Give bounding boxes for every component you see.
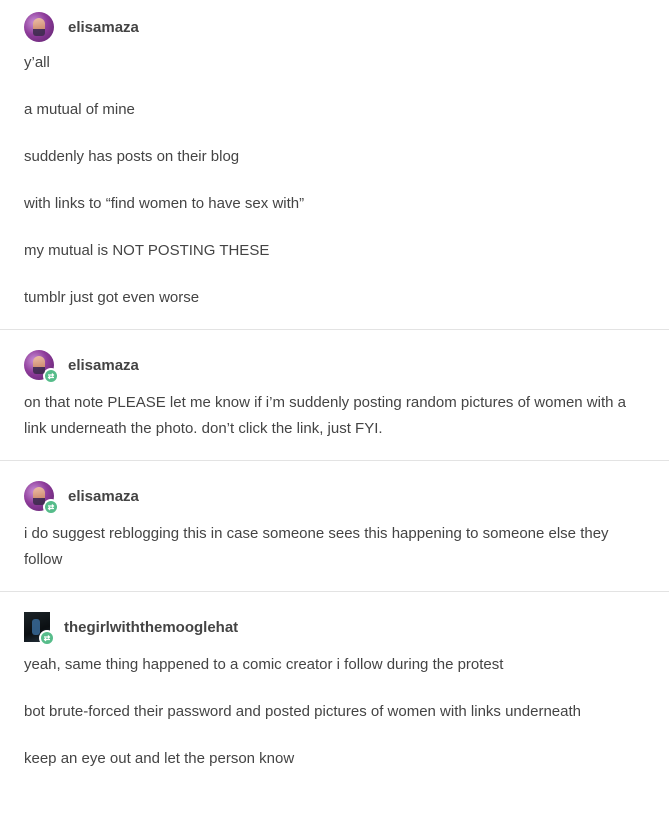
post-body: y’all a mutual of mine suddenly has post… bbox=[24, 42, 669, 329]
post-header: elisamaza bbox=[24, 330, 669, 384]
username[interactable]: elisamaza bbox=[68, 488, 139, 505]
post-reblog: elisamaza on that note PLEASE let me kno… bbox=[0, 330, 669, 461]
post-reblog: thegirlwiththemooglehat yeah, same thing… bbox=[0, 592, 669, 790]
reblog-icon bbox=[39, 630, 55, 646]
post-header: elisamaza bbox=[24, 0, 669, 42]
post-paragraph: with links to “find women to have sex wi… bbox=[24, 195, 305, 212]
post-body: on that note PLEASE let me know if i’m s… bbox=[24, 380, 669, 460]
post-paragraph: y’all bbox=[24, 54, 50, 71]
avatar[interactable] bbox=[24, 350, 59, 384]
username[interactable]: elisamaza bbox=[68, 357, 139, 374]
post-paragraph: my mutual is NOT POSTING THESE bbox=[24, 242, 270, 259]
post-header: elisamaza bbox=[24, 461, 669, 515]
avatar[interactable] bbox=[24, 481, 59, 515]
post-header: thegirlwiththemooglehat bbox=[24, 592, 669, 646]
avatar[interactable] bbox=[24, 12, 54, 42]
post-paragraph: yeah, same thing happened to a comic cre… bbox=[24, 656, 504, 673]
reblog-thread: elisamaza y’all a mutual of mine suddenl… bbox=[0, 0, 669, 790]
username[interactable]: thegirlwiththemooglehat bbox=[64, 619, 238, 636]
post-paragraph: keep an eye out and let the person know bbox=[24, 750, 295, 767]
avatar[interactable] bbox=[24, 612, 55, 646]
post-paragraph: tumblr just got even worse bbox=[24, 289, 200, 306]
username[interactable]: elisamaza bbox=[68, 19, 139, 36]
post-body: i do suggest reblogging this in case som… bbox=[24, 511, 669, 591]
reblog-icon bbox=[43, 368, 59, 384]
post-body: yeah, same thing happened to a comic cre… bbox=[24, 642, 669, 790]
post-paragraph: a mutual of mine bbox=[24, 101, 135, 118]
post-paragraph: bot brute-forced their password and post… bbox=[24, 703, 581, 720]
reblog-icon bbox=[43, 499, 59, 515]
post-paragraph: on that note PLEASE let me know if i’m s… bbox=[24, 394, 626, 437]
post-paragraph: i do suggest reblogging this in case som… bbox=[24, 525, 609, 568]
post-reblog: elisamaza i do suggest reblogging this i… bbox=[0, 461, 669, 592]
post-paragraph: suddenly has posts on their blog bbox=[24, 148, 240, 165]
post-original: elisamaza y’all a mutual of mine suddenl… bbox=[0, 0, 669, 330]
